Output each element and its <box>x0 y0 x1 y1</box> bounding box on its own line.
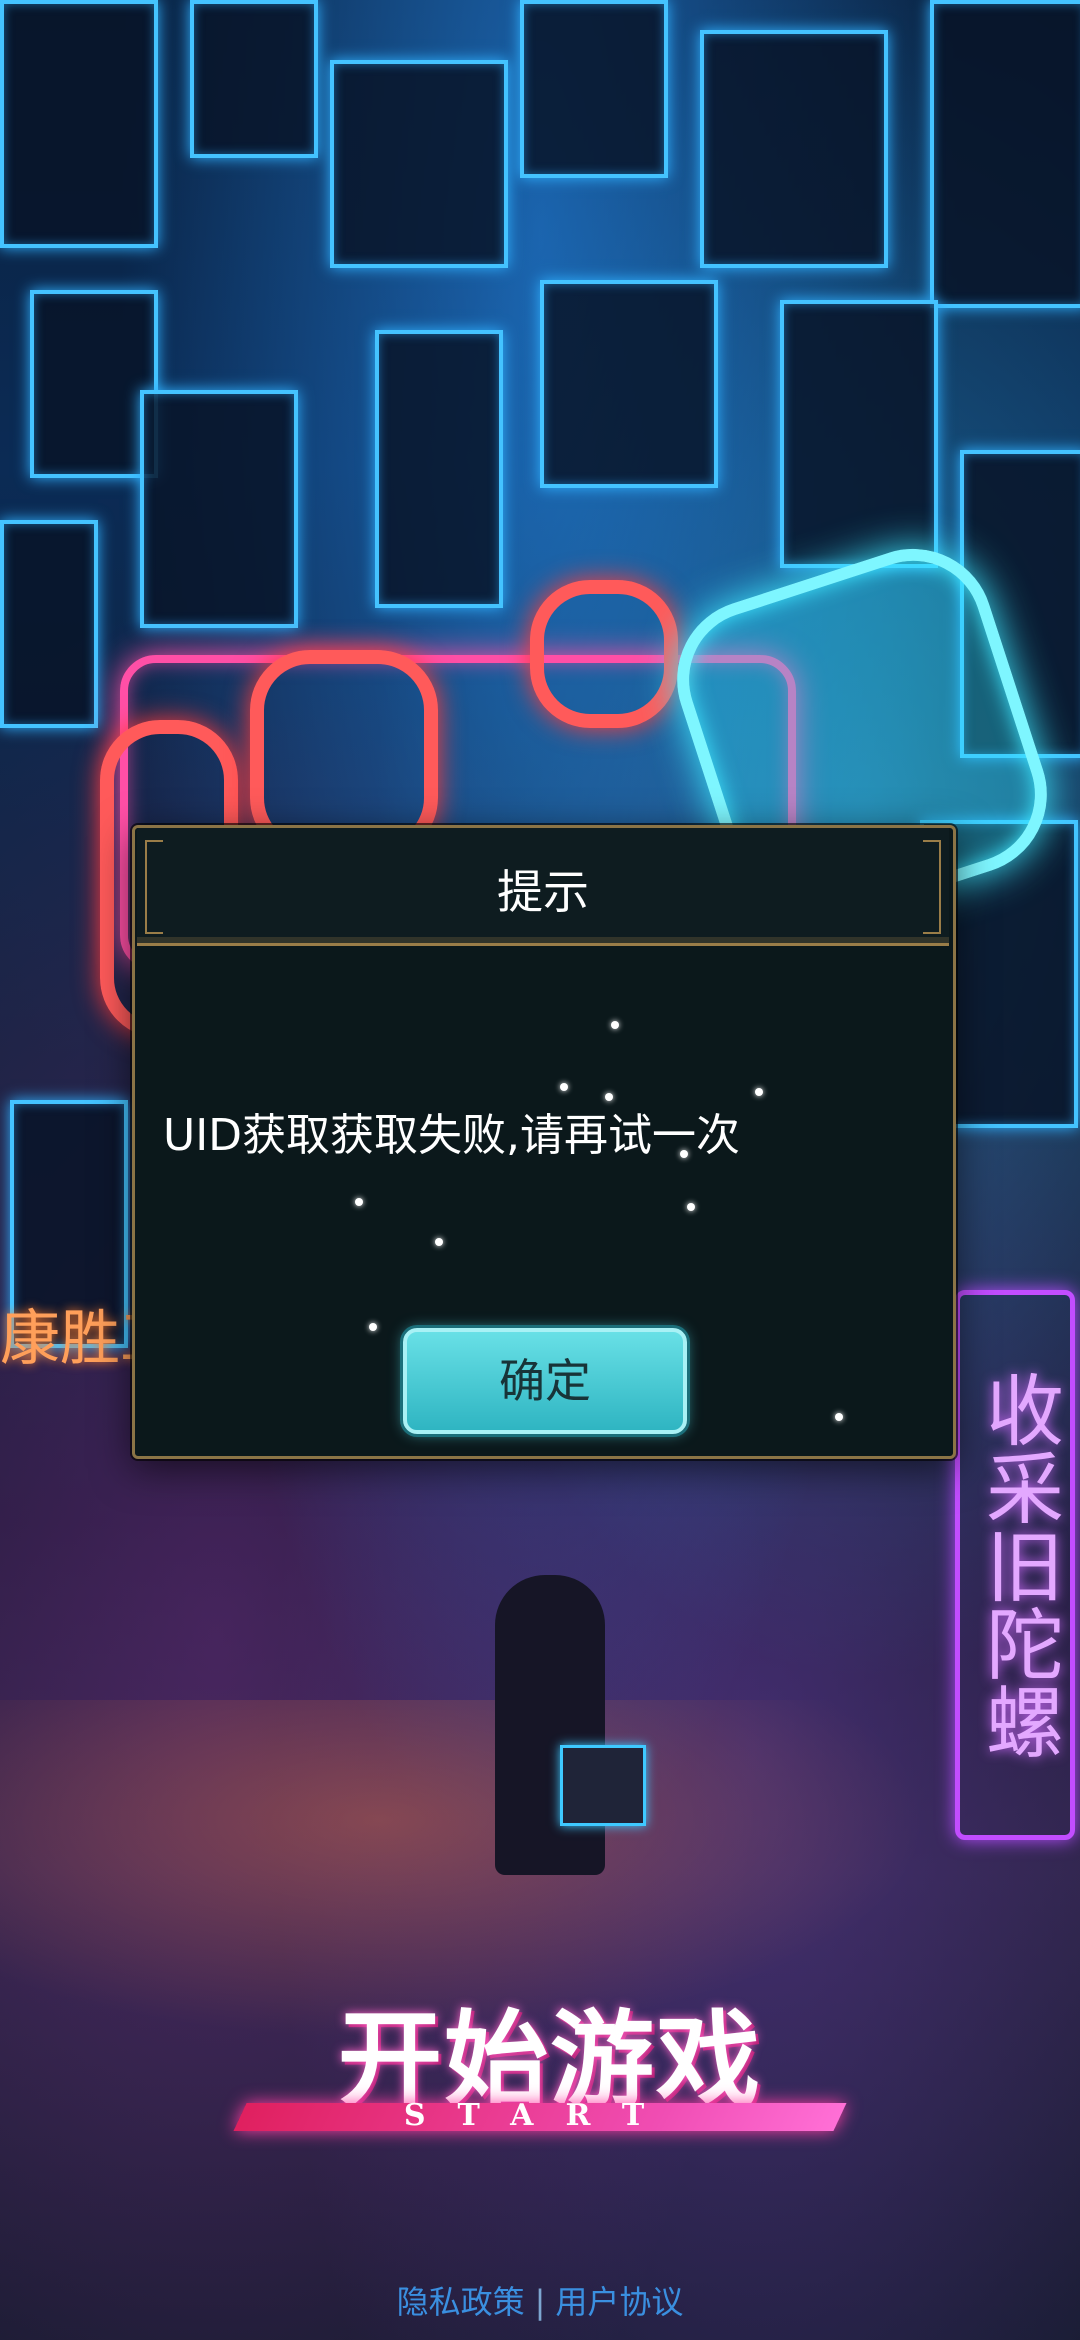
neon-block <box>30 290 158 478</box>
game-launch-screen: 康胜工 收采旧陀螺 开始游戏 START 隐私政策 | 用户协议 提示 UID获取获… <box>0 0 1080 2340</box>
sparkle <box>680 1150 688 1158</box>
start-subtitle: START <box>403 2098 677 2133</box>
neon-block <box>540 280 718 488</box>
sparkle <box>687 1203 695 1211</box>
dialog-header: 提示 <box>137 828 949 946</box>
sparkle <box>435 1238 443 1246</box>
neon-logo-letter <box>530 580 678 728</box>
neon-block <box>700 30 888 268</box>
figure-bag <box>560 1745 646 1826</box>
footer-links: 隐私政策 | 用户协议 <box>0 2277 1080 2323</box>
sparkle <box>755 1088 763 1096</box>
dialog-title: 提示 <box>497 865 589 919</box>
sparkle <box>605 1093 613 1101</box>
sparkle <box>560 1083 568 1091</box>
neon-block <box>930 0 1080 308</box>
neon-block <box>0 520 98 728</box>
alert-dialog: 提示 UID获取获取失败,请再试一次 确定 <box>132 825 956 1459</box>
neon-block <box>330 60 508 268</box>
neon-block <box>0 0 158 248</box>
sparkle <box>835 1413 843 1421</box>
dialog-message: UID获取获取失败,请再试一次 <box>163 1110 741 1161</box>
privacy-policy-link[interactable]: 隐私政策 <box>397 2283 525 2321</box>
sparkle <box>611 1021 619 1029</box>
footer-separator: | <box>534 2283 546 2321</box>
user-agreement-link[interactable]: 用户协议 <box>555 2283 683 2321</box>
neon-block <box>140 390 298 628</box>
confirm-button[interactable]: 确定 <box>403 1328 687 1434</box>
neon-block <box>375 330 503 608</box>
neon-block <box>520 0 668 178</box>
neon-block <box>190 0 318 158</box>
sparkle <box>369 1323 377 1331</box>
neon-block <box>780 300 938 568</box>
hooded-figure <box>495 1575 605 1875</box>
sparkle <box>355 1198 363 1206</box>
